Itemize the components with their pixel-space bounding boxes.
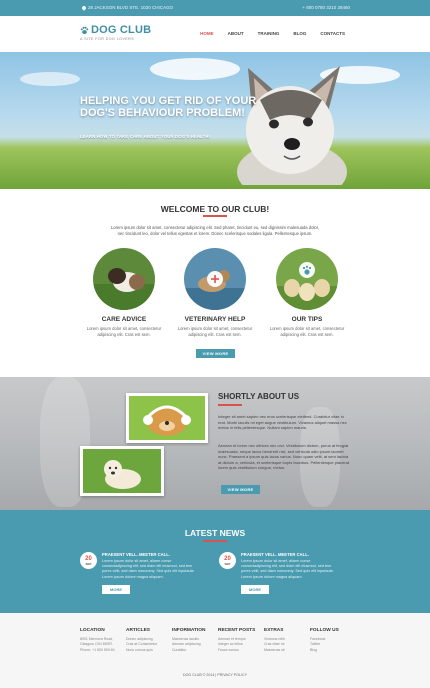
our-tips-image[interactable]	[276, 248, 338, 310]
nav-training[interactable]: TRAINING	[251, 31, 287, 36]
view-more-button[interactable]: VIEW MORE	[196, 349, 235, 358]
title-divider	[218, 404, 242, 406]
news-title: LATEST NEWS	[184, 528, 246, 538]
hero-subtitle: LEARN HOW TO TAKE CARE ABOUT YOUR DOG'S …	[80, 134, 211, 139]
about-section: SHORTLY ABOUT US Integer sit amet sapien…	[0, 377, 430, 510]
nav-about[interactable]: ABOUT	[221, 31, 251, 36]
footer-heading: INFORMATION	[172, 628, 206, 633]
dog-in-grass-icon	[93, 248, 155, 310]
footer-column-location: LOCATION 8901 Marmora Road, Glasgow, D04…	[80, 628, 124, 653]
footer-column-information: INFORMATION Maecenas iaculis Aenean adip…	[172, 628, 216, 653]
nav-home[interactable]: HOME	[193, 31, 221, 36]
puppies-icon	[276, 248, 338, 310]
husky-puppy-image	[237, 66, 347, 185]
main-nav: HOME ABOUT TRAINING BLOG CONTACTS	[193, 31, 352, 36]
title-divider	[203, 215, 227, 217]
location-pin-icon	[81, 4, 87, 11]
address-text: 28 JACKSON BLVD STE. 1020 CHICAGO	[88, 5, 173, 10]
logo-name: DOG CLUB	[91, 24, 152, 36]
copyright-text: DOG CLUB © 2014 | PRIVACY POLICY	[183, 673, 247, 677]
logo-tagline: A SITE FOR DOG LOVERS	[80, 37, 135, 41]
about-title: SHORTLY ABOUT US	[218, 392, 300, 401]
cloud	[20, 72, 80, 86]
dog-headphones-photo	[126, 393, 208, 443]
footer-column-follow-us: FOLLOW US Facebook Twitter Blog	[310, 628, 354, 653]
feature-veterinary-help: VETERINARY HELP Lorem ipsum dolor sit am…	[170, 248, 260, 338]
date-badge: 20 SEP	[219, 552, 236, 569]
footer-link[interactable]: Curabitur	[172, 648, 216, 653]
feature-title: OUR TIPS	[291, 316, 323, 323]
latest-news-section: LATEST NEWS 20 SEP PRAESENT VELL. MEETER…	[0, 510, 430, 613]
footer-column-recent-posts: RECENT POSTS Aenean et tempor Integer ac…	[218, 628, 262, 653]
news-more-button[interactable]: MORE	[241, 585, 269, 594]
footer-heading: EXTRAS	[264, 628, 284, 633]
feature-care-advice: CARE ADVICE Lorem ipsum dolor sit amet, …	[79, 248, 169, 338]
hero-title: HELPING YOU GET RID OF YOUR DOG'S BEHAVI…	[80, 95, 257, 119]
news-item-title[interactable]: PRAESENT VELL. MEETER CALL.	[102, 552, 170, 557]
phone-info: + 800 0780 3210 28460	[302, 5, 350, 10]
nav-contacts[interactable]: CONTACTS	[313, 31, 352, 36]
footer-line: Phone: +1 800 559 60	[80, 647, 115, 652]
date-month: SEP	[224, 562, 231, 566]
footer-column-articles: ARTICLES Donec adipiscing Cras at Consec…	[126, 628, 170, 653]
feature-text: Lorem ipsum dolor sit amet, consectetur …	[269, 326, 345, 337]
footer-link[interactable]: Fusce cursus	[218, 648, 262, 653]
paw-icon	[80, 26, 89, 35]
feature-text: Lorem ipsum dolor sit amet, consectetur …	[86, 326, 162, 337]
footer-heading: LOCATION	[80, 628, 105, 633]
footer-column-extras: EXTRAS Vivamus nibh Cras vitae mi Maecen…	[264, 628, 308, 653]
news-item-text: Lorem ipsum dolor sit amet, aliarm conse…	[241, 559, 334, 579]
cloud	[150, 58, 240, 80]
footer-link[interactable]: Nunc cursus quis	[126, 648, 170, 653]
footer-heading: FOLLOW US	[310, 628, 339, 633]
welcome-title: WELCOME TO OUR CLUB!	[160, 204, 270, 214]
top-info-bar: 28 JACKSON BLVD STE. 1020 CHICAGO + 800 …	[0, 0, 430, 16]
view-more-button[interactable]: VIEW MORE	[221, 485, 260, 494]
footer-link-blog[interactable]: Blog	[310, 648, 354, 653]
news-item-text: Lorem ipsum dolor sit amet, aliarm conse…	[102, 559, 195, 579]
feature-title: VETERINARY HELP	[184, 316, 246, 323]
feature-title: CARE ADVICE	[101, 316, 147, 323]
labrador-photo	[80, 446, 164, 496]
feature-our-tips: OUR TIPS Lorem ipsum dolor sit amet, con…	[262, 248, 352, 338]
dog-headphones-image	[129, 396, 205, 440]
nav-blog[interactable]: BLOG	[286, 31, 313, 36]
date-badge: 20 SEP	[80, 552, 97, 569]
footer-link[interactable]: Maecenas sit	[264, 648, 308, 653]
about-text-1: Integer sit amet sapien nec eros sceleri…	[218, 414, 347, 431]
dog-in-water-icon	[184, 248, 246, 310]
hero-banner: HELPING YOU GET RID OF YOUR DOG'S BEHAVI…	[0, 52, 430, 189]
address-info: 28 JACKSON BLVD STE. 1020 CHICAGO	[81, 4, 173, 11]
welcome-text: Lorem ipsum dolor sit amet, consectetur …	[110, 225, 320, 236]
feature-text: Lorem ipsum dolor sit amet, consectetur …	[177, 326, 253, 337]
footer-heading: ARTICLES	[126, 628, 150, 633]
title-divider	[203, 540, 227, 542]
date-month: SEP	[85, 562, 92, 566]
site-header: DOG CLUB A SITE FOR DOG LOVERS HOME ABOU…	[0, 16, 430, 52]
labrador-image	[83, 449, 161, 493]
veterinary-help-image[interactable]	[184, 248, 246, 310]
about-text-2: Aenean et lorem nec ultrices nec orci. V…	[218, 443, 351, 471]
news-more-button[interactable]: MORE	[102, 585, 130, 594]
care-advice-image[interactable]	[93, 248, 155, 310]
news-item-title[interactable]: PRAESENT VELL. MEETER CALL.	[241, 552, 309, 557]
footer-heading: RECENT POSTS	[218, 628, 256, 633]
